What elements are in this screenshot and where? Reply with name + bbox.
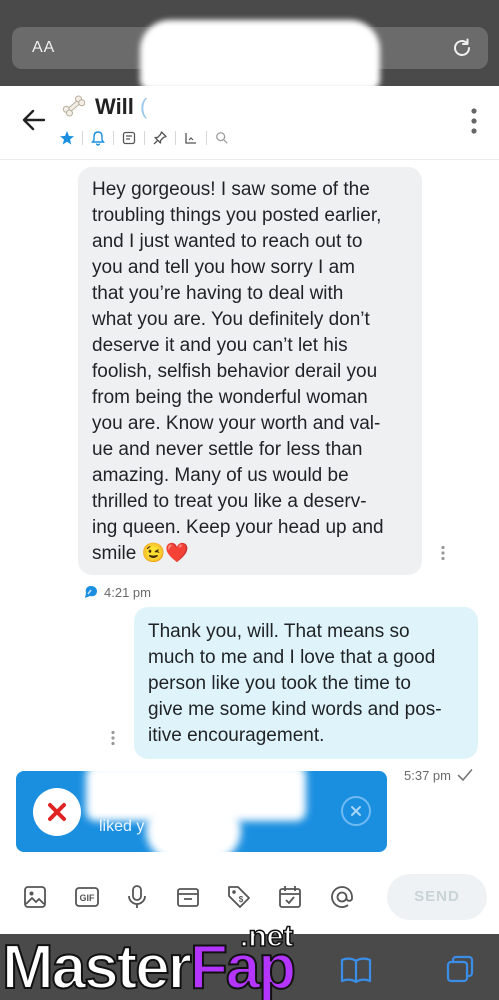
watermark: MasterFap .net <box>1 919 322 1000</box>
divider <box>113 131 114 145</box>
contact-name[interactable]: Will <box>95 94 134 120</box>
divider <box>144 131 145 145</box>
incoming-message-time: 4:21 pm <box>104 584 151 600</box>
reload-icon[interactable] <box>450 36 474 60</box>
redaction-blot <box>140 20 380 90</box>
outgoing-message-meta: 5:37 pm <box>404 765 473 785</box>
message-options-icon[interactable] <box>110 730 116 746</box>
incoming-message-meta: 4:21 pm <box>84 582 151 602</box>
sent-check-icon <box>457 769 473 782</box>
redaction-blot <box>146 801 241 852</box>
bookmarks-book-icon[interactable] <box>339 956 373 984</box>
media-icon[interactable] <box>182 129 200 147</box>
conversation-actions <box>58 128 237 148</box>
divider <box>206 131 207 145</box>
star-icon[interactable] <box>58 129 76 147</box>
outgoing-message-text: Thank you, will. That means so much to m… <box>148 621 442 746</box>
browser-top-bar: AA <box>0 0 499 90</box>
message-options-icon[interactable] <box>440 545 446 561</box>
chat-header: Will ( <box>0 86 499 160</box>
mention-at-icon[interactable] <box>329 884 355 910</box>
outgoing-message-bubble[interactable]: Thank you, will. That means so much to m… <box>134 607 478 759</box>
dismiss-x-icon[interactable] <box>33 788 81 836</box>
incoming-message-bubble[interactable]: Hey gorgeous! I saw some of the troublin… <box>78 167 422 575</box>
archive-box-icon[interactable] <box>175 884 201 910</box>
close-icon[interactable] <box>341 796 371 826</box>
divider <box>82 131 83 145</box>
contact-name-extra: ( <box>140 94 148 119</box>
bell-icon[interactable] <box>89 129 107 147</box>
notification-toast[interactable]: liked y <box>16 771 387 852</box>
price-tag-icon[interactable]: $ <box>226 884 252 910</box>
bone-emoji-icon <box>62 95 86 117</box>
search-icon[interactable] <box>213 129 231 147</box>
send-button[interactable]: SEND <box>387 874 487 920</box>
text-size-button[interactable]: AA <box>32 39 55 57</box>
more-menu-icon[interactable] <box>471 108 477 134</box>
note-icon[interactable] <box>120 129 138 147</box>
microphone-icon[interactable] <box>124 884 150 910</box>
received-status-icon <box>85 586 97 598</box>
incoming-message-text: Hey gorgeous! I saw some of the troublin… <box>92 179 384 564</box>
image-icon[interactable] <box>22 884 48 910</box>
divider <box>175 131 176 145</box>
watermark-domain: .net <box>239 919 294 954</box>
tabs-icon[interactable] <box>445 954 475 984</box>
outgoing-message-time: 5:37 pm <box>404 767 451 783</box>
back-arrow-icon[interactable] <box>20 106 48 134</box>
svg-text:$: $ <box>239 895 244 904</box>
gif-icon[interactable]: GIF <box>74 884 100 910</box>
calendar-check-icon[interactable] <box>277 884 303 910</box>
svg-text:GIF: GIF <box>80 893 96 903</box>
pin-icon[interactable] <box>151 129 169 147</box>
